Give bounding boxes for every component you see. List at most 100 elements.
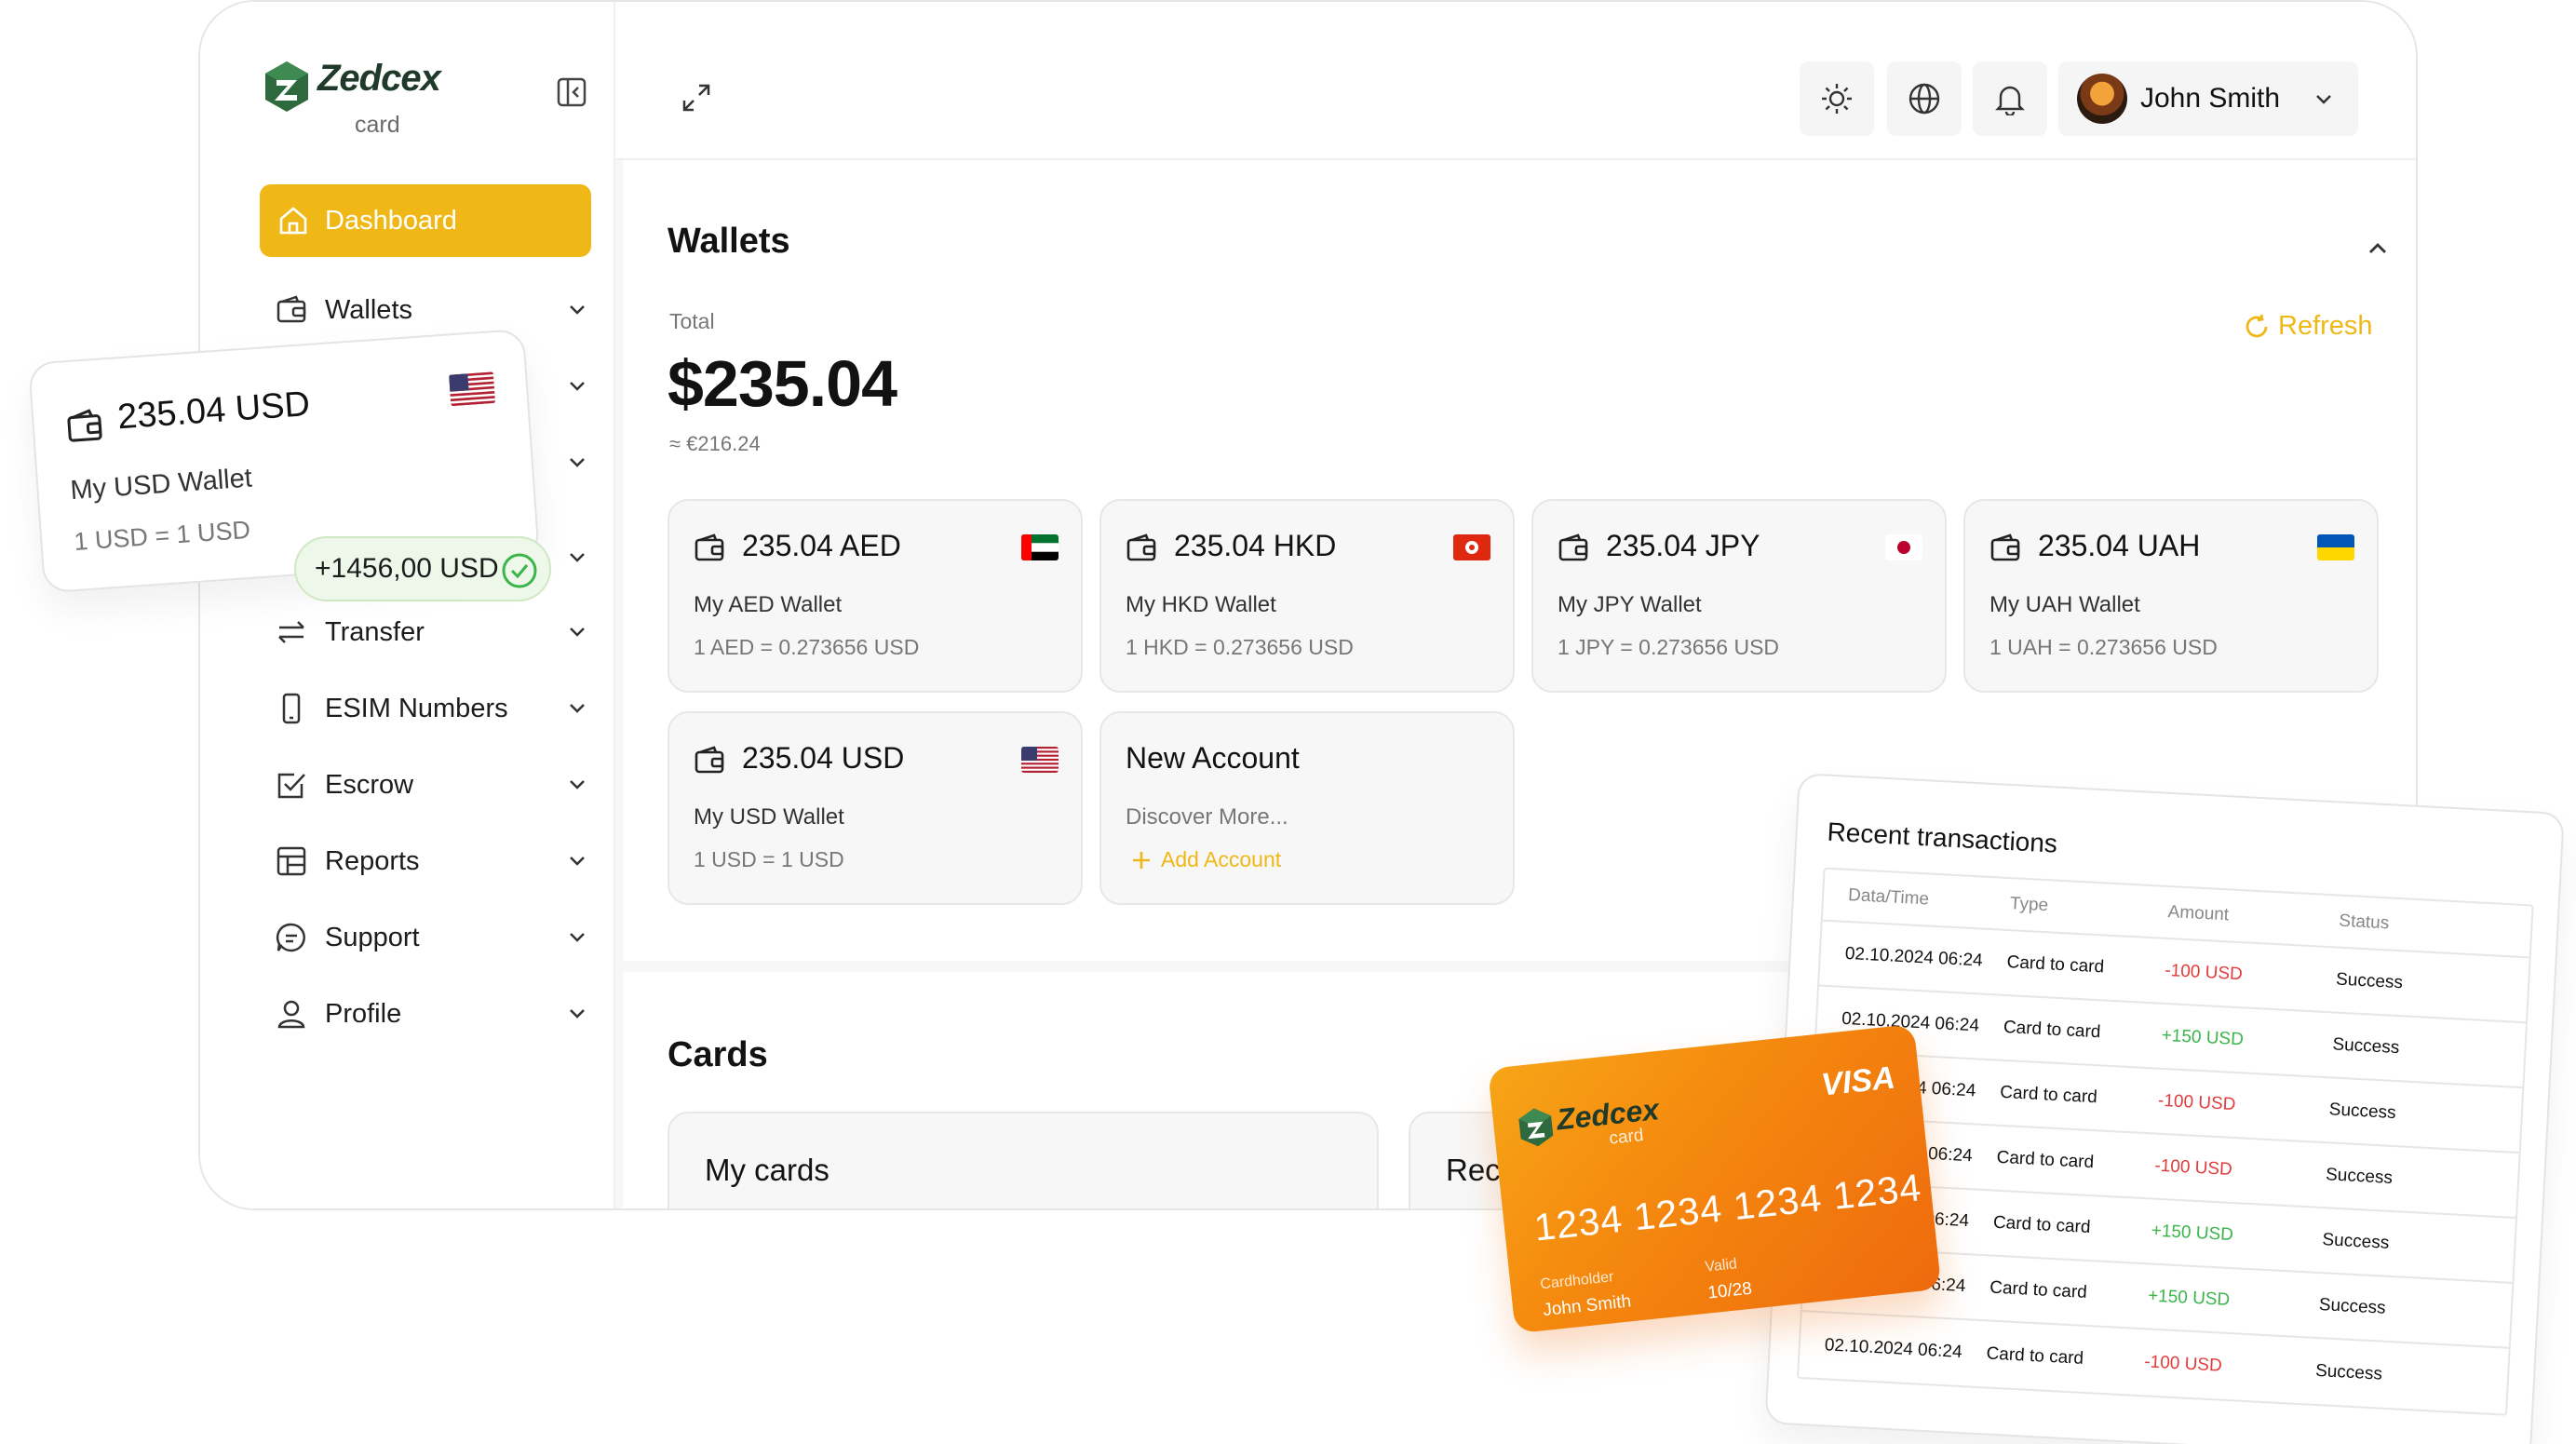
checkbox-icon (275, 768, 308, 802)
total-eur: ≈ €216.24 (669, 432, 761, 455)
logo-mark-icon (1518, 1108, 1554, 1147)
tx-type: Card to card (2006, 951, 2105, 978)
refresh-button[interactable]: Refresh (2243, 311, 2373, 342)
wallet-card-hkd[interactable]: 235.04 HKD My HKD Wallet 1 HKD = 0.27365… (1099, 499, 1515, 693)
wallet-card-usd[interactable]: 235.04 USD My USD Wallet 1 USD = 1 USD (668, 711, 1083, 905)
chevron-down-icon[interactable] (565, 1002, 589, 1026)
cardholder-name: John Smith (1542, 1291, 1633, 1321)
tx-status: Success (2328, 1100, 2397, 1124)
tx-status: Success (2331, 1034, 2400, 1059)
chevron-down-icon[interactable] (565, 451, 589, 475)
wallet-name: My HKD Wallet (1126, 592, 1276, 617)
total-label: Total (669, 309, 715, 333)
wallets-title: Wallets (668, 222, 790, 261)
hk-flag-icon (1453, 534, 1490, 560)
expand-icon[interactable] (681, 82, 712, 118)
user-menu[interactable]: John Smith (2058, 61, 2358, 136)
chevron-down-icon[interactable] (565, 849, 589, 873)
stage: Zedcex card Dashboard Wallets Transfer E… (0, 0, 2576, 1444)
chevron-down-icon[interactable] (565, 696, 589, 721)
theme-toggle-button[interactable] (1800, 61, 1874, 136)
brand-name: Zedcex (317, 58, 441, 99)
collapse-section-icon[interactable] (2364, 235, 2392, 267)
wallet-card-aed[interactable]: 235.04 AED My AED Wallet 1 AED = 0.27365… (668, 499, 1083, 693)
table-icon (275, 844, 308, 878)
sidebar-item-escrow[interactable]: Escrow (275, 760, 589, 810)
wallet-card-uah[interactable]: 235.04 UAH My UAH Wallet 1 UAH = 0.27365… (1963, 499, 2379, 693)
add-account-label: Add Account (1161, 847, 1282, 871)
topbar: John Smith (615, 2, 2416, 160)
sidebar-item-transfer[interactable]: Transfer (275, 607, 589, 657)
chevron-down-icon[interactable] (565, 620, 589, 644)
visa-network-logo: VISA (1819, 1059, 1897, 1103)
card-brand-sub: card (1608, 1125, 1645, 1149)
wallet-amount: 235.04 JPY (1606, 529, 1760, 562)
plus-icon (1133, 851, 1150, 869)
wallet-rate: 1 USD = 1 USD (73, 515, 251, 556)
tx-amount: +150 USD (2147, 1286, 2231, 1311)
column-header: Type (2009, 894, 2049, 916)
wallet-rate: 1 UAH = 0.273656 USD (1989, 635, 2218, 659)
wallet-amount: 235.04 USD (115, 385, 312, 438)
success-toast: +1456,00 USD (294, 536, 551, 601)
wallet-amount: 235.04 AED (742, 529, 901, 562)
wallet-amount: 235.04 HKD (1174, 529, 1337, 562)
column-header: Status (2338, 911, 2390, 934)
us-flag-icon (448, 371, 496, 407)
wallet-icon (1126, 533, 1156, 561)
sidebar-item-esim[interactable]: ESIM Numbers (275, 683, 589, 734)
add-account-button[interactable]: Add Account (1129, 847, 1281, 872)
chevron-down-icon[interactable] (565, 773, 589, 797)
sidebar-item-label: Profile (325, 998, 402, 1029)
notifications-button[interactable] (1973, 61, 2047, 136)
tx-status: Success (2318, 1295, 2387, 1318)
wallet-amount: 235.04 UAH (2038, 529, 2201, 562)
sidebar-item-label: Dashboard (325, 205, 457, 236)
total-value: $235.04 (668, 347, 897, 420)
sidebar-item-profile[interactable]: Profile (275, 989, 589, 1039)
new-account-card[interactable]: New Account Discover More... Add Account (1099, 711, 1515, 905)
chevron-down-icon (2316, 95, 2331, 104)
transfer-icon (275, 615, 308, 649)
sidebar: Zedcex card Dashboard Wallets Transfer E… (200, 2, 615, 1208)
sidebar-item-label: Reports (325, 845, 420, 876)
language-button[interactable] (1887, 61, 1962, 136)
sun-icon (1822, 84, 1852, 114)
wallet-icon (695, 746, 724, 774)
my-cards-tile[interactable]: My cards (668, 1112, 1379, 1208)
sidebar-item-reports[interactable]: Reports (275, 836, 589, 886)
column-header: Amount (2167, 901, 2230, 925)
globe-icon (1908, 83, 1940, 115)
user-icon (275, 997, 308, 1031)
tx-status: Success (2314, 1360, 2383, 1384)
ua-flag-icon (2317, 534, 2354, 560)
sidebar-item-wallets[interactable]: Wallets (275, 285, 589, 335)
sidebar-collapse-icon[interactable] (556, 76, 587, 108)
wallet-card-jpy[interactable]: 235.04 JPY My JPY Wallet 1 JPY = 0.27365… (1531, 499, 1947, 693)
refresh-icon (2246, 314, 2268, 337)
wallet-name: My AED Wallet (694, 592, 843, 617)
toast-text: +1456,00 USD (315, 553, 499, 584)
transactions-title: Recent transactions (1826, 816, 2058, 858)
wallet-name: My USD Wallet (694, 804, 844, 830)
sidebar-item-dashboard[interactable]: Dashboard (260, 184, 591, 257)
chevron-down-icon[interactable] (565, 925, 589, 950)
column-header: Data/Time (1847, 884, 1930, 910)
wallet-name: My USD Wallet (69, 463, 253, 506)
chevron-down-icon[interactable] (565, 374, 589, 398)
tx-type: Card to card (1999, 1082, 2098, 1108)
jp-flag-icon (1885, 534, 1922, 560)
card-brand-logo: Zedcex card (1517, 1092, 1662, 1150)
chevron-down-icon[interactable] (565, 546, 589, 570)
wallet-icon (695, 533, 724, 561)
sidebar-item-support[interactable]: Support (275, 912, 589, 963)
tx-type: Card to card (1992, 1212, 2091, 1238)
check-circle-icon (502, 553, 537, 588)
wallet-name: My UAH Wallet (1989, 592, 2140, 617)
new-account-title: New Account (1126, 741, 1300, 775)
chevron-down-icon[interactable] (565, 298, 589, 322)
tx-amount: -100 USD (2164, 960, 2244, 985)
visa-card[interactable]: Zedcex card VISA 1234 1234 1234 1234 Car… (1488, 1023, 1942, 1334)
wallet-amount: 235.04 USD (742, 741, 905, 775)
brand-logo[interactable]: Zedcex (263, 58, 441, 114)
